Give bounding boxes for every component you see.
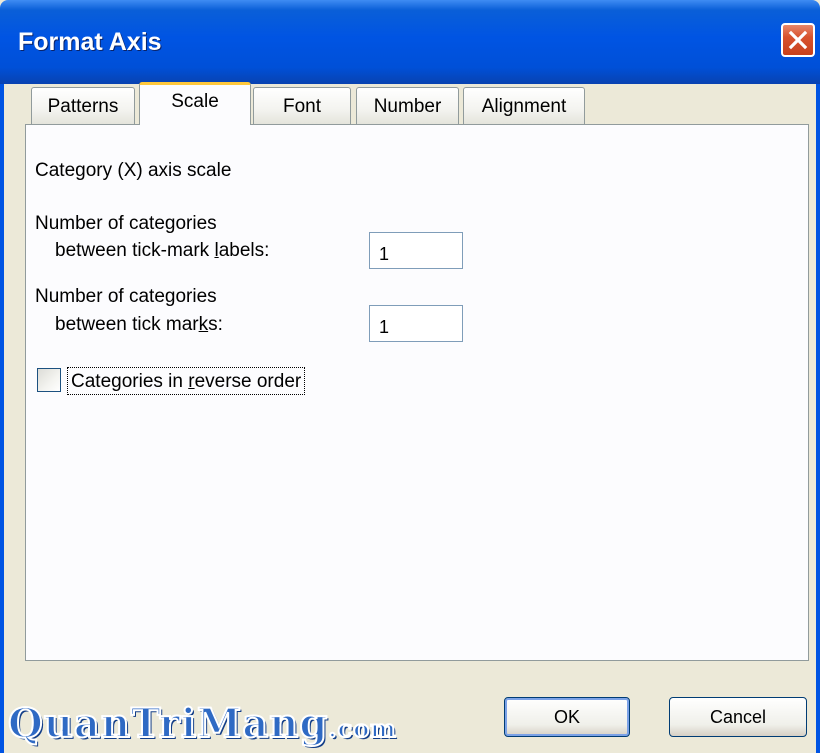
- tick-label-interval-label-line2: between tick-mark labels:: [55, 240, 270, 261]
- tick-mark-interval-label-line2: between tick marks:: [55, 314, 223, 335]
- tick-label-interval-label-line1: Number of categories: [35, 213, 217, 234]
- tab-label: Patterns: [47, 95, 119, 117]
- axis-scale-heading: Category (X) axis scale: [35, 160, 232, 181]
- tab-label: Number: [373, 95, 442, 117]
- tab-alignment[interactable]: Alignment: [463, 87, 585, 125]
- window-frame-right: [816, 84, 820, 753]
- reverse-order-checkbox[interactable]: [37, 368, 61, 392]
- tab-scale[interactable]: Scale: [139, 82, 251, 125]
- tab-label: Font: [282, 95, 322, 117]
- close-button[interactable]: [781, 23, 815, 57]
- tick-label-interval-input[interactable]: 1: [369, 232, 463, 269]
- tick-mark-interval-label-line1: Number of categories: [35, 286, 217, 307]
- close-icon: [788, 30, 808, 50]
- title-bar[interactable]: Format Axis: [0, 0, 820, 84]
- tab-patterns[interactable]: Patterns: [31, 87, 135, 125]
- reverse-order-label[interactable]: Categories in reverse order: [67, 367, 306, 395]
- tab-label: Scale: [171, 91, 219, 112]
- cancel-button[interactable]: Cancel: [669, 697, 807, 737]
- tab-font[interactable]: Font: [253, 87, 351, 125]
- tab-number[interactable]: Number: [356, 87, 459, 125]
- tick-mark-interval-input[interactable]: 1: [369, 305, 463, 342]
- window-frame-left: [0, 84, 4, 753]
- window-title: Format Axis: [18, 28, 162, 56]
- tab-label: Alignment: [481, 95, 567, 117]
- ok-button[interactable]: OK: [504, 697, 630, 737]
- watermark-logo: QuanTriMang.com: [7, 699, 397, 748]
